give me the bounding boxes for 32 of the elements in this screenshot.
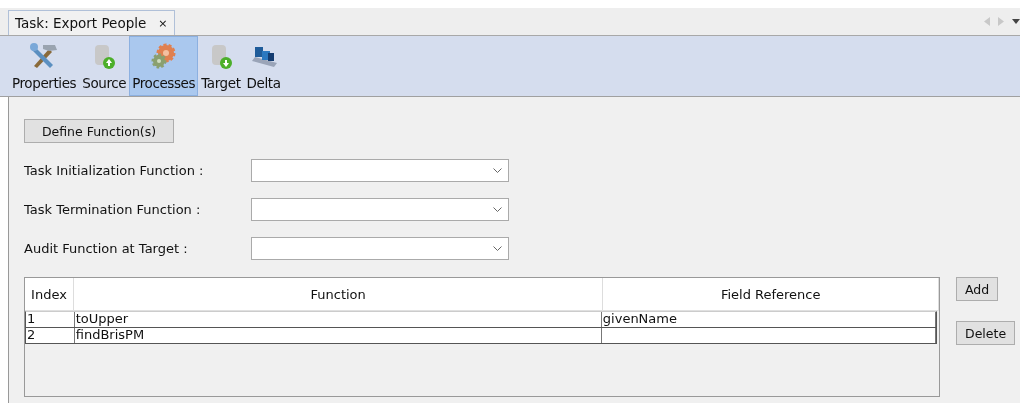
- column-header: Index: [25, 278, 74, 310]
- chevron-icon: [493, 207, 502, 212]
- close-icon[interactable]: ×: [158, 16, 168, 30]
- scroll-right-icon[interactable]: [998, 17, 1004, 26]
- function-dropdown[interactable]: [251, 198, 509, 221]
- table-cell: 2: [26, 328, 75, 343]
- function-dropdown[interactable]: [251, 237, 509, 260]
- toolbar-button[interactable]: Processes: [129, 36, 199, 96]
- column-header: Field Reference: [603, 278, 939, 310]
- dropdown-icon[interactable]: [1012, 19, 1020, 24]
- table-cell: 1: [26, 312, 75, 327]
- toolbar-button[interactable]: Target: [198, 36, 244, 96]
- define-functions-button[interactable]: Define Function(s): [24, 119, 174, 143]
- column-header: Function: [73, 278, 604, 310]
- task-tab[interactable]: Task: Export People ×: [8, 10, 175, 35]
- tools-icon: [29, 41, 60, 71]
- table-action-button[interactable]: Delete: [956, 321, 1016, 345]
- field-label: Task Initialization Function :: [24, 163, 205, 178]
- toolbar-button[interactable]: Source: [79, 36, 130, 96]
- tab-title: Task: Export People: [15, 15, 147, 31]
- table-cell: givenName: [601, 312, 936, 327]
- field-label: Audit Function at Target :: [24, 241, 189, 256]
- toolbar-button[interactable]: Delta: [243, 36, 284, 96]
- field-label: Task Termination Function :: [24, 202, 202, 217]
- chevron-icon: [493, 168, 502, 173]
- table-cell: toUpper: [74, 312, 602, 327]
- function-dropdown[interactable]: [251, 159, 509, 182]
- table-action-button[interactable]: Add: [956, 277, 999, 301]
- toolbar-button[interactable]: Properties: [9, 36, 80, 96]
- table-cell: findBrisPM: [74, 328, 602, 343]
- scroll-left-icon[interactable]: [984, 17, 990, 26]
- chevron-icon: [493, 246, 502, 251]
